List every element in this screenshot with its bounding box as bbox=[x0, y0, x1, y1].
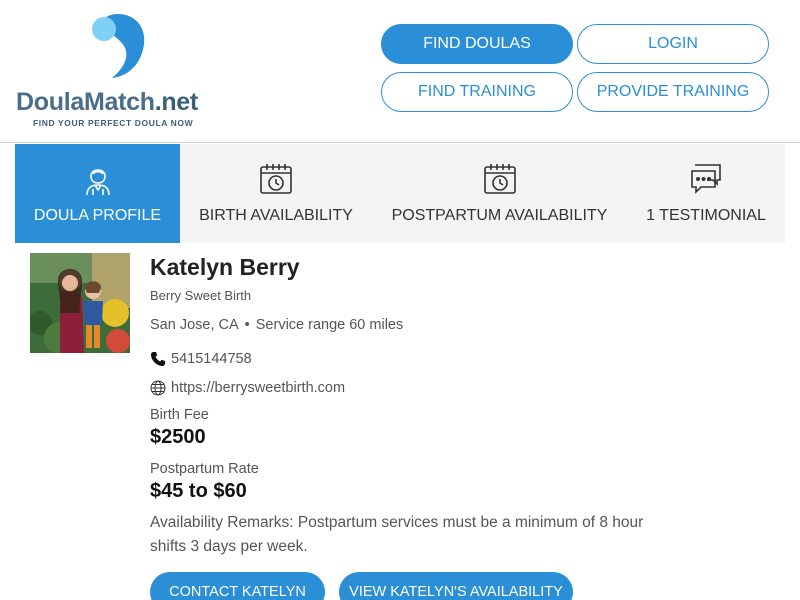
tab-birth-availability[interactable]: BIRTH AVAILABILITY bbox=[180, 144, 372, 243]
calendar-clock-icon bbox=[483, 164, 516, 194]
calendar-clock-icon bbox=[260, 164, 292, 194]
website-row[interactable]: https://berrysweetbirth.com bbox=[150, 380, 345, 396]
service-range-text: Service range 60 miles bbox=[255, 317, 404, 333]
login-button[interactable]: LOGIN bbox=[577, 24, 769, 64]
doula-name: Katelyn Berry bbox=[150, 254, 300, 280]
tab-label: 1 TESTIMONIAL bbox=[646, 207, 766, 224]
tab-label: BIRTH AVAILABILITY bbox=[199, 207, 353, 224]
postpartum-rate-label: Postpartum Rate bbox=[150, 461, 259, 477]
logo-wordmark: DoulaMatch.net bbox=[16, 88, 198, 116]
availability-remarks: Availability Remarks: Postpartum service… bbox=[150, 514, 644, 555]
website-link[interactable]: https://berrysweetbirth.com bbox=[171, 380, 345, 396]
separator-dot-icon: • bbox=[244, 317, 250, 333]
provide-training-button[interactable]: PROVIDE TRAINING bbox=[577, 72, 769, 112]
logo-mark-icon bbox=[92, 14, 145, 78]
logo-tagline: FIND YOUR PERFECT DOULA NOW bbox=[33, 118, 194, 128]
birth-fee-value: $2500 bbox=[150, 426, 206, 448]
city-text: San Jose, CA bbox=[150, 317, 239, 333]
tab-postpartum-availability[interactable]: POSTPARTUM AVAILABILITY bbox=[372, 144, 627, 243]
find-training-button[interactable]: FIND TRAINING bbox=[381, 72, 573, 112]
site-header: DoulaMatch.net FIND YOUR PERFECT DOULA N… bbox=[0, 0, 800, 143]
tab-doula-profile[interactable]: DOULA PROFILE bbox=[15, 144, 180, 243]
find-doulas-button[interactable]: FIND DOULAS bbox=[381, 24, 573, 64]
business-name: Berry Sweet Birth bbox=[150, 288, 252, 303]
tab-testimonials[interactable]: 1 TESTIMONIAL bbox=[627, 144, 785, 243]
doula-person-icon bbox=[85, 169, 110, 196]
tab-label: POSTPARTUM AVAILABILITY bbox=[391, 207, 608, 224]
birth-fee-label: Birth Fee bbox=[150, 407, 209, 423]
profile-tabs: DOULA PROFILE BIRTH AVAILABILITY POSTPAR… bbox=[15, 144, 785, 243]
chat-bubbles-icon bbox=[691, 164, 721, 194]
phone-icon bbox=[151, 352, 165, 366]
tab-label: DOULA PROFILE bbox=[33, 207, 162, 224]
location-info: San Jose, CA • Service range 60 miles bbox=[150, 317, 403, 333]
site-logo[interactable]: DoulaMatch.net FIND YOUR PERFECT DOULA N… bbox=[16, 12, 216, 132]
postpartum-rate-value: $45 to $60 bbox=[150, 480, 247, 502]
view-availability-button[interactable]: VIEW KATELYN'S AVAILABILITY bbox=[339, 572, 573, 600]
phone-number[interactable]: 5415144758 bbox=[171, 351, 252, 367]
contact-button[interactable]: CONTACT KATELYN bbox=[150, 572, 325, 600]
globe-icon bbox=[150, 380, 166, 396]
phone-row[interactable]: 5415144758 bbox=[150, 351, 252, 367]
profile-photo-illustration bbox=[30, 253, 130, 353]
doula-photo bbox=[30, 253, 130, 353]
